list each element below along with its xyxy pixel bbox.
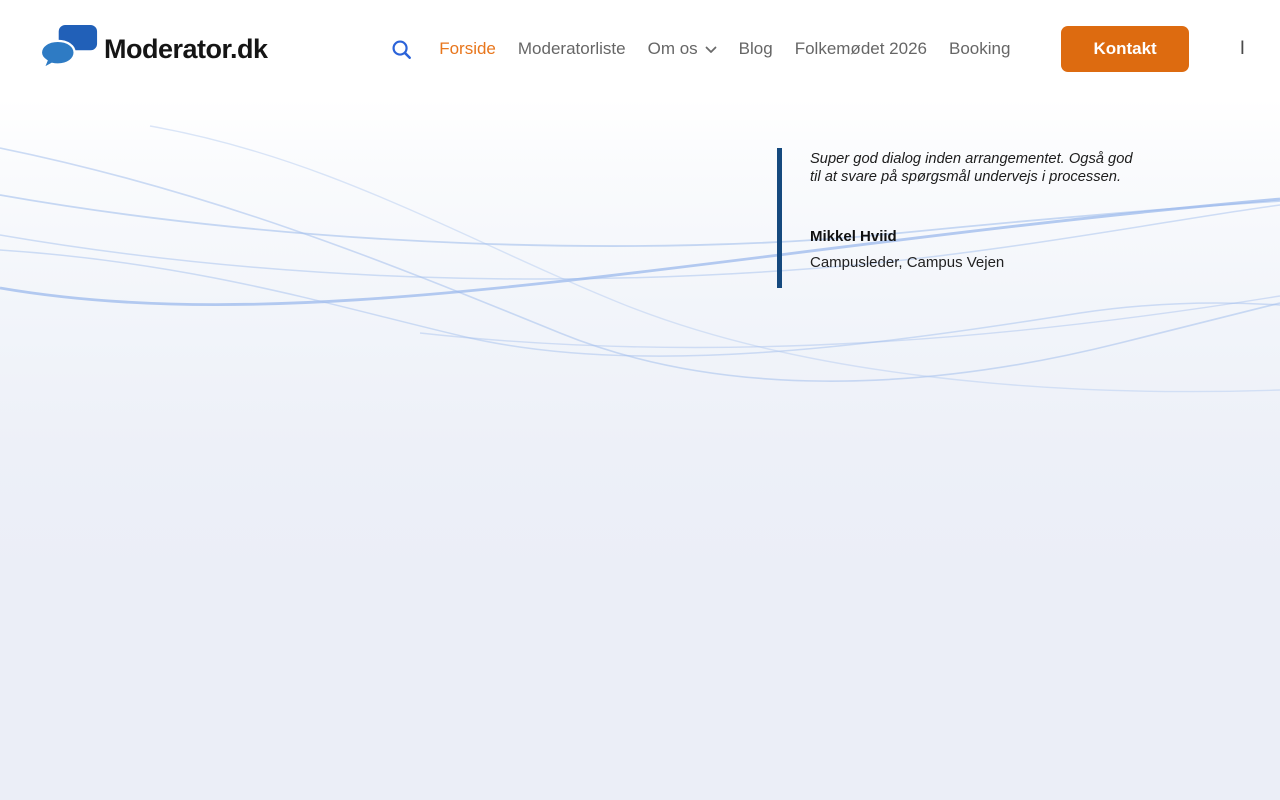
nav-item-label: Blog [738, 39, 773, 58]
nav-trailing-divider: I [1239, 38, 1245, 59]
hero-section: Super god dialog inden arrangementet. Og… [0, 98, 1280, 800]
testimonial-author-role: Campusleder, Campus Vejen [810, 254, 1005, 271]
search-icon[interactable] [375, 39, 428, 60]
site-header: Moderator.dk Forside Moderatorliste Om o… [0, 0, 1280, 98]
nav-item-moderatorliste[interactable]: Moderatorliste [507, 39, 637, 59]
nav-item-label: Om os [647, 39, 698, 58]
nav-item-forside[interactable]: Forside [428, 39, 507, 59]
brand-name: Moderator.dk [104, 33, 268, 64]
nav-item-blog[interactable]: Blog [728, 39, 784, 59]
speech-bubbles-icon [39, 23, 98, 75]
testimonial-block: Super god dialog inden arrangementet. Og… [777, 148, 1133, 288]
nav-item-label: Folkemødet 2026 [794, 39, 927, 58]
nav-item-label: Booking [949, 39, 1011, 58]
brand-logo[interactable]: Moderator.dk [39, 23, 268, 75]
testimonial-quote: Super god dialog inden arrangementet. Og… [810, 151, 1133, 185]
nav-item-label: Moderatorliste [517, 39, 626, 58]
nav-item-booking[interactable]: Booking [938, 39, 1021, 59]
nav-item-om-os[interactable]: Om os [637, 39, 728, 59]
testimonial-author-name: Mikkel Hviid [810, 228, 897, 245]
chevron-down-icon [705, 39, 717, 59]
main-nav: Forside Moderatorliste Om os Blog Folkem… [375, 26, 1245, 72]
nav-item-label: Forside [439, 39, 496, 58]
nav-item-folkemodet-2026[interactable]: Folkemødet 2026 [784, 39, 938, 59]
kontakt-button[interactable]: Kontakt [1061, 26, 1189, 72]
